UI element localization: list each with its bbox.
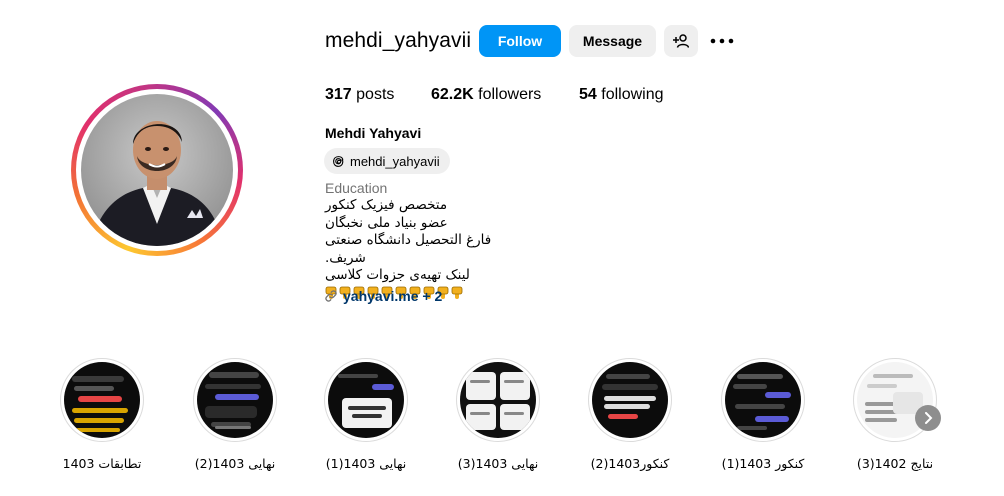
bio-line: متخصص فیزیک کنکور bbox=[325, 197, 448, 213]
chevron-right-icon bbox=[925, 412, 933, 424]
profile-bio: متخصص فیزیک کنکور عضو بنیاد ملی نخبگان ف… bbox=[325, 197, 525, 300]
suggest-accounts-button[interactable] bbox=[664, 25, 698, 57]
highlight-cover bbox=[460, 362, 536, 438]
highlight-cover bbox=[725, 362, 801, 438]
highlight-label: نهایی 1403(3) bbox=[457, 456, 539, 471]
followers-count: 62.2K bbox=[431, 86, 474, 103]
following-stat[interactable]: 54 following bbox=[579, 86, 664, 104]
highlight-label: نهایی 1403(1) bbox=[325, 456, 407, 471]
profile-username: mehdi_yahyavii bbox=[325, 29, 472, 52]
highlight-cover-ring bbox=[456, 358, 540, 442]
highlight-cover bbox=[592, 362, 668, 438]
more-options-button[interactable] bbox=[708, 28, 736, 54]
highlight-cover-ring bbox=[721, 358, 805, 442]
story-highlight[interactable]: کنکور 1403(1) bbox=[718, 358, 808, 471]
highlight-cover bbox=[197, 362, 273, 438]
threads-badge[interactable]: mehdi_yahyavii bbox=[324, 148, 450, 174]
highlight-label: تطابقات 1403 bbox=[62, 456, 142, 471]
profile-category: Education bbox=[325, 180, 388, 196]
posts-stat: 317 posts bbox=[325, 86, 394, 104]
link-icon bbox=[325, 290, 337, 302]
more-icon bbox=[710, 38, 734, 44]
story-highlight[interactable]: کنکور1403(2) bbox=[585, 358, 675, 471]
threads-handle: mehdi_yahyavii bbox=[350, 153, 440, 169]
followers-label: followers bbox=[478, 86, 542, 103]
highlight-cover-ring bbox=[193, 358, 277, 442]
story-highlight[interactable]: تطابقات 1403 bbox=[57, 358, 147, 471]
follow-button[interactable]: Follow bbox=[479, 25, 561, 57]
posts-label: posts bbox=[356, 86, 395, 103]
highlight-cover bbox=[328, 362, 404, 438]
highlight-label: نتایج 1402(3) bbox=[856, 456, 934, 471]
point-down-emoji bbox=[451, 286, 463, 299]
bio-line: عضو بنیاد ملی نخبگان bbox=[325, 214, 448, 231]
avatar bbox=[81, 94, 233, 246]
highlight-label: کنکور 1403(1) bbox=[721, 456, 805, 471]
message-button[interactable]: Message bbox=[569, 25, 656, 57]
profile-avatar-ring[interactable] bbox=[71, 84, 243, 256]
highlights-next-button[interactable] bbox=[915, 405, 941, 431]
story-highlight[interactable]: نهایی 1403(1) bbox=[321, 358, 411, 471]
avatar-frame bbox=[76, 89, 238, 251]
highlight-label: کنکور1403(2) bbox=[590, 456, 670, 471]
posts-count: 317 bbox=[325, 86, 352, 103]
threads-icon bbox=[333, 155, 344, 167]
story-highlight[interactable]: نهایی 1403(2) bbox=[190, 358, 280, 471]
bio-line: فارغ التحصیل دانشگاه صنعتی شریف. bbox=[325, 232, 492, 266]
following-label: following bbox=[601, 86, 664, 103]
profile-full-name: Mehdi Yahyavi bbox=[325, 125, 422, 141]
profile-link-text: yahyavi.me + 2 bbox=[343, 288, 443, 304]
highlight-cover bbox=[64, 362, 140, 438]
bio-line: لینک تهیه‌ی جزوات کلاسی bbox=[325, 267, 470, 283]
highlight-cover-ring bbox=[60, 358, 144, 442]
story-highlight[interactable]: نهایی 1403(3) bbox=[453, 358, 543, 471]
highlight-cover-ring bbox=[588, 358, 672, 442]
profile-link[interactable]: yahyavi.me + 2 bbox=[325, 288, 442, 304]
highlight-cover-ring bbox=[324, 358, 408, 442]
highlight-label: نهایی 1403(2) bbox=[194, 456, 276, 471]
following-count: 54 bbox=[579, 86, 597, 103]
add-user-icon bbox=[673, 34, 689, 48]
followers-stat[interactable]: 62.2K followers bbox=[431, 86, 541, 104]
